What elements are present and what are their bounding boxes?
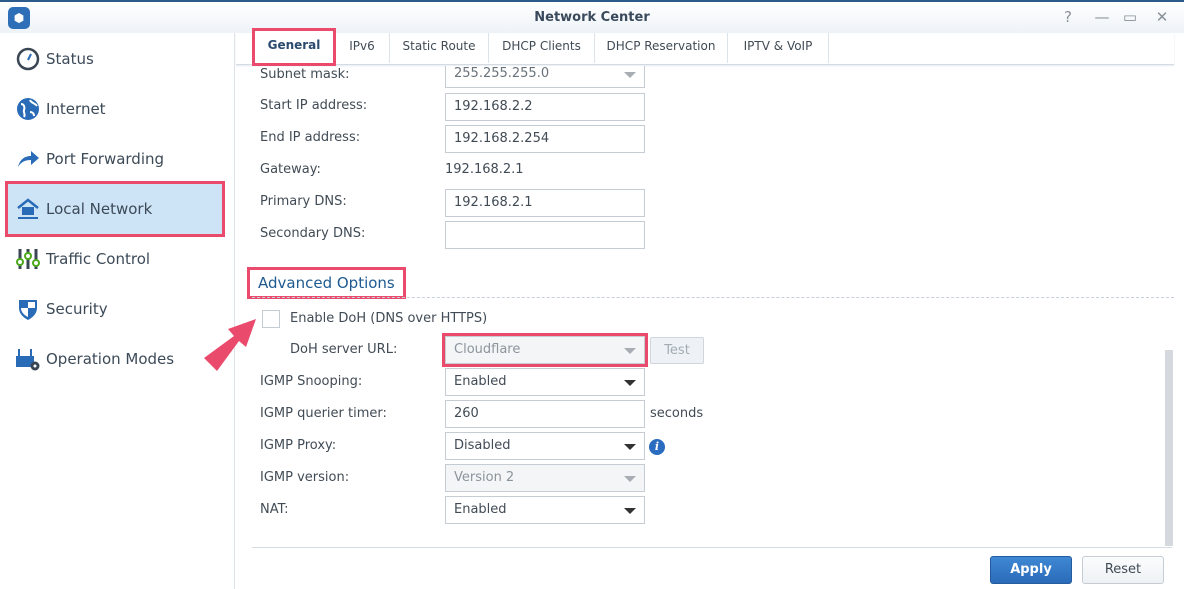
footer-divider bbox=[252, 547, 1172, 548]
pointer-arrow-icon bbox=[204, 319, 256, 371]
sidebar-item-security[interactable]: Security bbox=[8, 284, 222, 334]
sidebar-item-label: Traffic Control bbox=[46, 250, 151, 268]
sidebar-item-label: Local Network bbox=[46, 200, 153, 218]
shield-icon bbox=[16, 297, 40, 321]
tab-general[interactable]: General bbox=[252, 28, 336, 66]
igmp-version-label: IGMP version: bbox=[260, 470, 350, 485]
subnet-mask-select[interactable]: 255.255.255.0 bbox=[445, 66, 645, 88]
sliders-icon bbox=[16, 247, 40, 271]
primary-dns-label: Primary DNS: bbox=[260, 194, 347, 209]
sidebar-item-label: Status bbox=[46, 50, 94, 68]
doh-url-label: DoH server URL: bbox=[290, 342, 398, 357]
secondary-dns-input[interactable] bbox=[445, 221, 645, 249]
help-icon[interactable]: ? bbox=[1060, 9, 1076, 25]
sidebar-item-status[interactable]: Status bbox=[8, 34, 222, 84]
start-ip-input[interactable]: 192.168.2.2 bbox=[445, 93, 645, 121]
subnet-mask-label: Subnet mask: bbox=[260, 67, 350, 82]
router-gear-icon bbox=[16, 347, 40, 371]
arrow-forward-icon bbox=[16, 147, 40, 171]
sidebar-item-label: Internet bbox=[46, 100, 106, 118]
general-settings-panel: Subnet mask: 255.255.255.0 Start IP addr… bbox=[236, 66, 1184, 546]
tab-bar: General IPv6 Static Route DHCP Clients D… bbox=[236, 28, 1174, 66]
sidebar-item-local-network[interactable]: Local Network bbox=[5, 181, 225, 237]
scrollbar[interactable] bbox=[1165, 350, 1173, 546]
igmp-timer-input[interactable]: 260 bbox=[445, 400, 645, 428]
doh-server-select[interactable]: Cloudflare bbox=[442, 333, 648, 367]
globe-icon bbox=[16, 97, 40, 121]
igmp-snooping-select[interactable]: Enabled bbox=[445, 368, 645, 396]
gateway-value: 192.168.2.1 bbox=[445, 162, 524, 177]
enable-doh-checkbox[interactable] bbox=[262, 310, 280, 328]
apply-button[interactable]: Apply bbox=[990, 556, 1072, 584]
nat-select[interactable]: Enabled bbox=[445, 496, 645, 524]
sidebar-item-operation-modes[interactable]: Operation Modes bbox=[8, 334, 222, 384]
sidebar: Status Internet Port Forwarding Local Ne… bbox=[0, 33, 235, 589]
start-ip-label: Start IP address: bbox=[260, 98, 368, 113]
secondary-dns-label: Secondary DNS: bbox=[260, 226, 366, 241]
sidebar-item-port-forwarding[interactable]: Port Forwarding bbox=[8, 134, 222, 184]
info-icon[interactable]: i bbox=[649, 439, 665, 455]
gauge-icon bbox=[16, 47, 40, 71]
tab-dhcp-clients[interactable]: DHCP Clients bbox=[489, 33, 595, 63]
test-button[interactable]: Test bbox=[650, 337, 704, 364]
igmp-proxy-label: IGMP Proxy: bbox=[260, 438, 337, 453]
minimize-icon[interactable]: — bbox=[1094, 9, 1110, 25]
seconds-unit: seconds bbox=[650, 406, 704, 421]
advanced-options-heading: Advanced Options bbox=[247, 267, 406, 299]
title-bar: ⬢ Network Center ? — ▭ ✕ bbox=[0, 0, 1184, 33]
igmp-snooping-label: IGMP Snooping: bbox=[260, 374, 363, 389]
sidebar-item-label: Port Forwarding bbox=[46, 150, 165, 168]
end-ip-input[interactable]: 192.168.2.254 bbox=[445, 125, 645, 153]
house-network-icon bbox=[16, 197, 40, 221]
tab-dhcp-reservation[interactable]: DHCP Reservation bbox=[595, 33, 728, 63]
tab-ipv6[interactable]: IPv6 bbox=[335, 33, 390, 63]
sidebar-item-traffic-control[interactable]: Traffic Control bbox=[8, 234, 222, 284]
sidebar-item-label: Security bbox=[46, 300, 108, 318]
reset-button[interactable]: Reset bbox=[1082, 556, 1164, 584]
close-icon[interactable]: ✕ bbox=[1154, 9, 1170, 25]
tab-static-route[interactable]: Static Route bbox=[390, 33, 489, 63]
igmp-proxy-select[interactable]: Disabled bbox=[445, 432, 645, 460]
igmp-timer-label: IGMP querier timer: bbox=[260, 406, 387, 421]
section-divider bbox=[252, 297, 1174, 298]
gateway-label: Gateway: bbox=[260, 162, 321, 177]
nat-label: NAT: bbox=[260, 502, 289, 517]
maximize-icon[interactable]: ▭ bbox=[1122, 9, 1138, 25]
tab-iptv-voip[interactable]: IPTV & VoIP bbox=[728, 33, 829, 63]
enable-doh-label: Enable DoH (DNS over HTTPS) bbox=[290, 311, 488, 326]
sidebar-item-internet[interactable]: Internet bbox=[8, 84, 222, 134]
sidebar-item-label: Operation Modes bbox=[46, 350, 175, 368]
window-title: Network Center bbox=[534, 10, 650, 25]
igmp-version-select[interactable]: Version 2 bbox=[445, 464, 645, 492]
primary-dns-input[interactable]: 192.168.2.1 bbox=[445, 189, 645, 217]
end-ip-label: End IP address: bbox=[260, 130, 361, 145]
